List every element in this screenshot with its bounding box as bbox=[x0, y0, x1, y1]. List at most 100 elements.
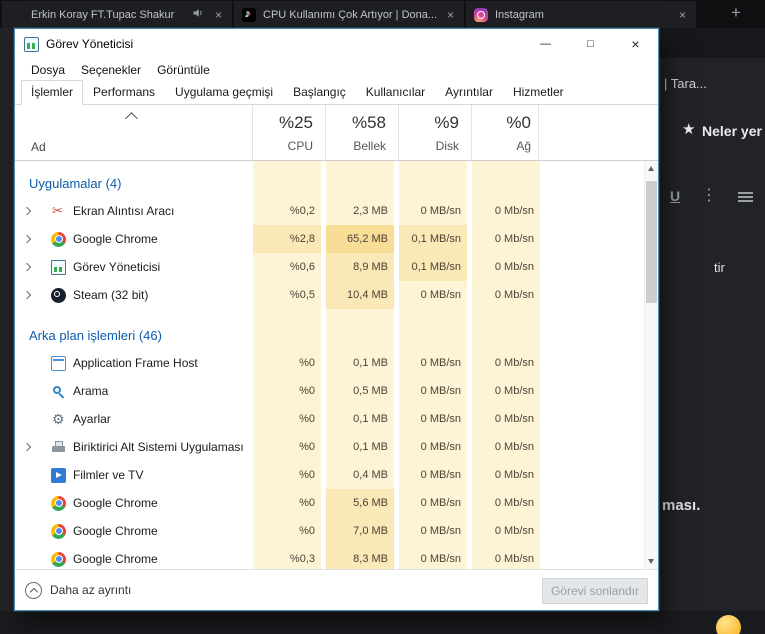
usage-cell: 0 MB/sn bbox=[399, 433, 467, 461]
browser-tab-music[interactable]: Erkin Koray FT.Tupac Shakur × bbox=[2, 1, 232, 28]
tab-services[interactable]: Hizmetler bbox=[503, 80, 574, 104]
tab-app-history[interactable]: Uygulama geçmişi bbox=[165, 80, 283, 104]
process-row[interactable]: %2,8 65,2 MB 0,1 MB/sn 0 Mb/sn Google Chrome bbox=[15, 225, 644, 253]
usage-cell: 65,2 MB bbox=[326, 225, 394, 253]
usage-cell: 0 Mb/sn bbox=[472, 489, 540, 517]
process-name-label: Google Chrome bbox=[73, 232, 158, 246]
usage-cell: 0,1 MB bbox=[326, 433, 394, 461]
usage-cell: %0,2 bbox=[253, 197, 321, 225]
new-tab-button[interactable]: + bbox=[725, 0, 747, 28]
audio-playing-icon[interactable] bbox=[192, 6, 204, 24]
usage-cell bbox=[399, 321, 467, 349]
tab-processes[interactable]: İşlemler bbox=[21, 80, 84, 105]
browser-tab-instagram[interactable]: Instagram × bbox=[466, 1, 696, 28]
scroll-up-icon[interactable] bbox=[648, 166, 654, 171]
search-icon bbox=[51, 384, 66, 399]
process-row[interactable]: %0 0,4 MB 0 MB/sn 0 Mb/sn Filmler ve TV bbox=[15, 461, 644, 489]
menu-view[interactable]: Görüntüle bbox=[149, 63, 218, 77]
usage-cell: %0,3 bbox=[253, 545, 321, 569]
process-name-label: Google Chrome bbox=[73, 496, 158, 510]
column-header-memory[interactable]: %58 Bellek bbox=[325, 105, 393, 160]
usage-cell bbox=[472, 309, 540, 321]
usage-cell: 7,0 MB bbox=[326, 517, 394, 545]
process-name: Google Chrome bbox=[15, 225, 251, 253]
close-tab-icon[interactable]: × bbox=[677, 9, 688, 21]
usage-cell bbox=[399, 309, 467, 321]
movies-icon bbox=[51, 467, 66, 483]
process-row[interactable]: %0 7,0 MB 0 MB/sn 0 Mb/sn Google Chrome bbox=[15, 517, 644, 545]
usage-cell: 10,4 MB bbox=[326, 281, 394, 309]
cpu-label: CPU bbox=[287, 139, 313, 153]
close-tab-icon[interactable]: × bbox=[213, 9, 224, 21]
process-row[interactable]: %00,1 MB0 MB/sn0 Mb/sn Ayarlar bbox=[15, 405, 644, 433]
column-header-network[interactable]: %0 Ağ bbox=[471, 105, 539, 160]
list-button-icon[interactable] bbox=[738, 192, 753, 202]
column-header-disk[interactable]: %9 Disk bbox=[398, 105, 466, 160]
browser-tab-tiktok[interactable]: CPU Kullanımı Çok Artıyor | Dona... × bbox=[234, 1, 464, 28]
scrollbar[interactable] bbox=[644, 161, 658, 569]
process-row[interactable]: %0 5,6 MB 0 MB/sn 0 Mb/sn Google Chrome bbox=[15, 489, 644, 517]
column-header-cpu[interactable]: %25 CPU bbox=[252, 105, 320, 160]
title-bar[interactable]: Görev Yöneticisi — □ × bbox=[15, 29, 658, 59]
usage-cell: 0,1 MB bbox=[326, 349, 394, 377]
process-name-label: Ayarlar bbox=[73, 412, 111, 426]
usage-cell bbox=[253, 169, 321, 197]
minimize-button[interactable]: — bbox=[523, 29, 568, 59]
usage-cell bbox=[399, 169, 467, 197]
process-row[interactable]: %0,3 8,3 MB 0 MB/sn 0 Mb/sn Google Chrome bbox=[15, 545, 644, 569]
usage-cell: 8,9 MB bbox=[326, 253, 394, 281]
process-row[interactable]: %0 0,1 MB 0 MB/sn 0 Mb/sn Application Frame … bbox=[15, 349, 644, 377]
process-name-label: Google Chrome bbox=[73, 524, 158, 538]
scrollbar-thumb[interactable] bbox=[646, 181, 657, 303]
usage-cell: 0 MB/sn bbox=[399, 377, 467, 405]
column-header-name[interactable]: Ad bbox=[31, 140, 46, 154]
nav-link-fragment[interactable]: Neler yer bbox=[702, 123, 762, 139]
process-row[interactable]: %0,6 8,9 MB 0,1 MB/sn 0 Mb/sn Görev Yönetici… bbox=[15, 253, 644, 281]
window-title: Görev Yöneticisi bbox=[46, 37, 134, 51]
usage-cell: 0 Mb/sn bbox=[472, 197, 540, 225]
tab-performance[interactable]: Performans bbox=[83, 80, 165, 104]
usage-cell: 0 MB/sn bbox=[399, 349, 467, 377]
process-row[interactable]: %0 0,1 MB 0 MB/sn 0 Mb/sn Biriktirici Alt Si… bbox=[15, 433, 644, 461]
process-name-label: Application Frame Host bbox=[73, 356, 198, 370]
process-row[interactable]: %0,22,3 MB0 MB/sn0 Mb/sn Ekran Alıntısı A… bbox=[15, 197, 644, 225]
scroll-down-icon[interactable] bbox=[648, 559, 654, 564]
group-header-row[interactable]: Arka plan işlemleri (46) bbox=[15, 321, 644, 349]
group-label: Uygulamalar (4) bbox=[29, 175, 122, 191]
chrome-icon bbox=[51, 495, 66, 511]
kebab-menu-icon[interactable]: ⋮ bbox=[701, 185, 717, 205]
end-task-button[interactable]: Görevi sonlandır bbox=[542, 578, 648, 604]
tab-title: CPU Kullanımı Çok Artıyor | Dona... bbox=[263, 8, 438, 21]
fewer-details-toggle[interactable]: Daha az ayrıntı bbox=[25, 581, 131, 599]
process-row[interactable]: %0,5 10,4 MB 0 MB/sn 0 Mb/sn Steam (32 bit) bbox=[15, 281, 644, 309]
usage-cell: 0 Mb/sn bbox=[472, 545, 540, 569]
printer-icon bbox=[51, 440, 66, 455]
footer-bar: Daha az ayrıntı Görevi sonlandır bbox=[15, 569, 658, 610]
usage-cell: 0 MB/sn bbox=[399, 461, 467, 489]
page-background bbox=[659, 28, 765, 634]
process-name: Arama bbox=[15, 377, 251, 405]
underline-button[interactable]: U bbox=[670, 188, 680, 204]
process-row[interactable]: %0 0,5 MB 0 MB/sn 0 Mb/sn Arama bbox=[15, 377, 644, 405]
tab-startup[interactable]: Başlangıç bbox=[283, 80, 356, 104]
menu-options[interactable]: Seçenekler bbox=[73, 63, 149, 77]
close-button[interactable]: × bbox=[613, 29, 658, 59]
tab-users[interactable]: Kullanıcılar bbox=[356, 80, 435, 104]
memory-total: %58 bbox=[351, 113, 386, 132]
star-icon[interactable]: ★ bbox=[682, 120, 695, 138]
chevron-up-circle-icon bbox=[25, 581, 42, 599]
maximize-button[interactable]: □ bbox=[568, 29, 613, 59]
menu-file[interactable]: Dosya bbox=[23, 63, 73, 77]
tab-details[interactable]: Ayrıntılar bbox=[435, 80, 503, 104]
menu-bar: Dosya Seçenekler Görüntüle bbox=[15, 59, 658, 81]
group-header-row[interactable]: Uygulamalar (4) bbox=[15, 169, 644, 197]
process-name: Google Chrome bbox=[15, 517, 251, 545]
memory-label: Bellek bbox=[353, 139, 386, 153]
usage-cell bbox=[326, 169, 394, 197]
process-name-label: Biriktirici Alt Sistemi Uygulaması bbox=[73, 440, 244, 454]
close-tab-icon[interactable]: × bbox=[445, 9, 456, 21]
browser-tab-bar: Erkin Koray FT.Tupac Shakur × CPU Kullan… bbox=[0, 0, 765, 28]
tiktok-favicon bbox=[242, 7, 256, 22]
process-name: Ekran Alıntısı Aracı bbox=[15, 197, 251, 225]
process-name: Google Chrome bbox=[15, 489, 251, 517]
